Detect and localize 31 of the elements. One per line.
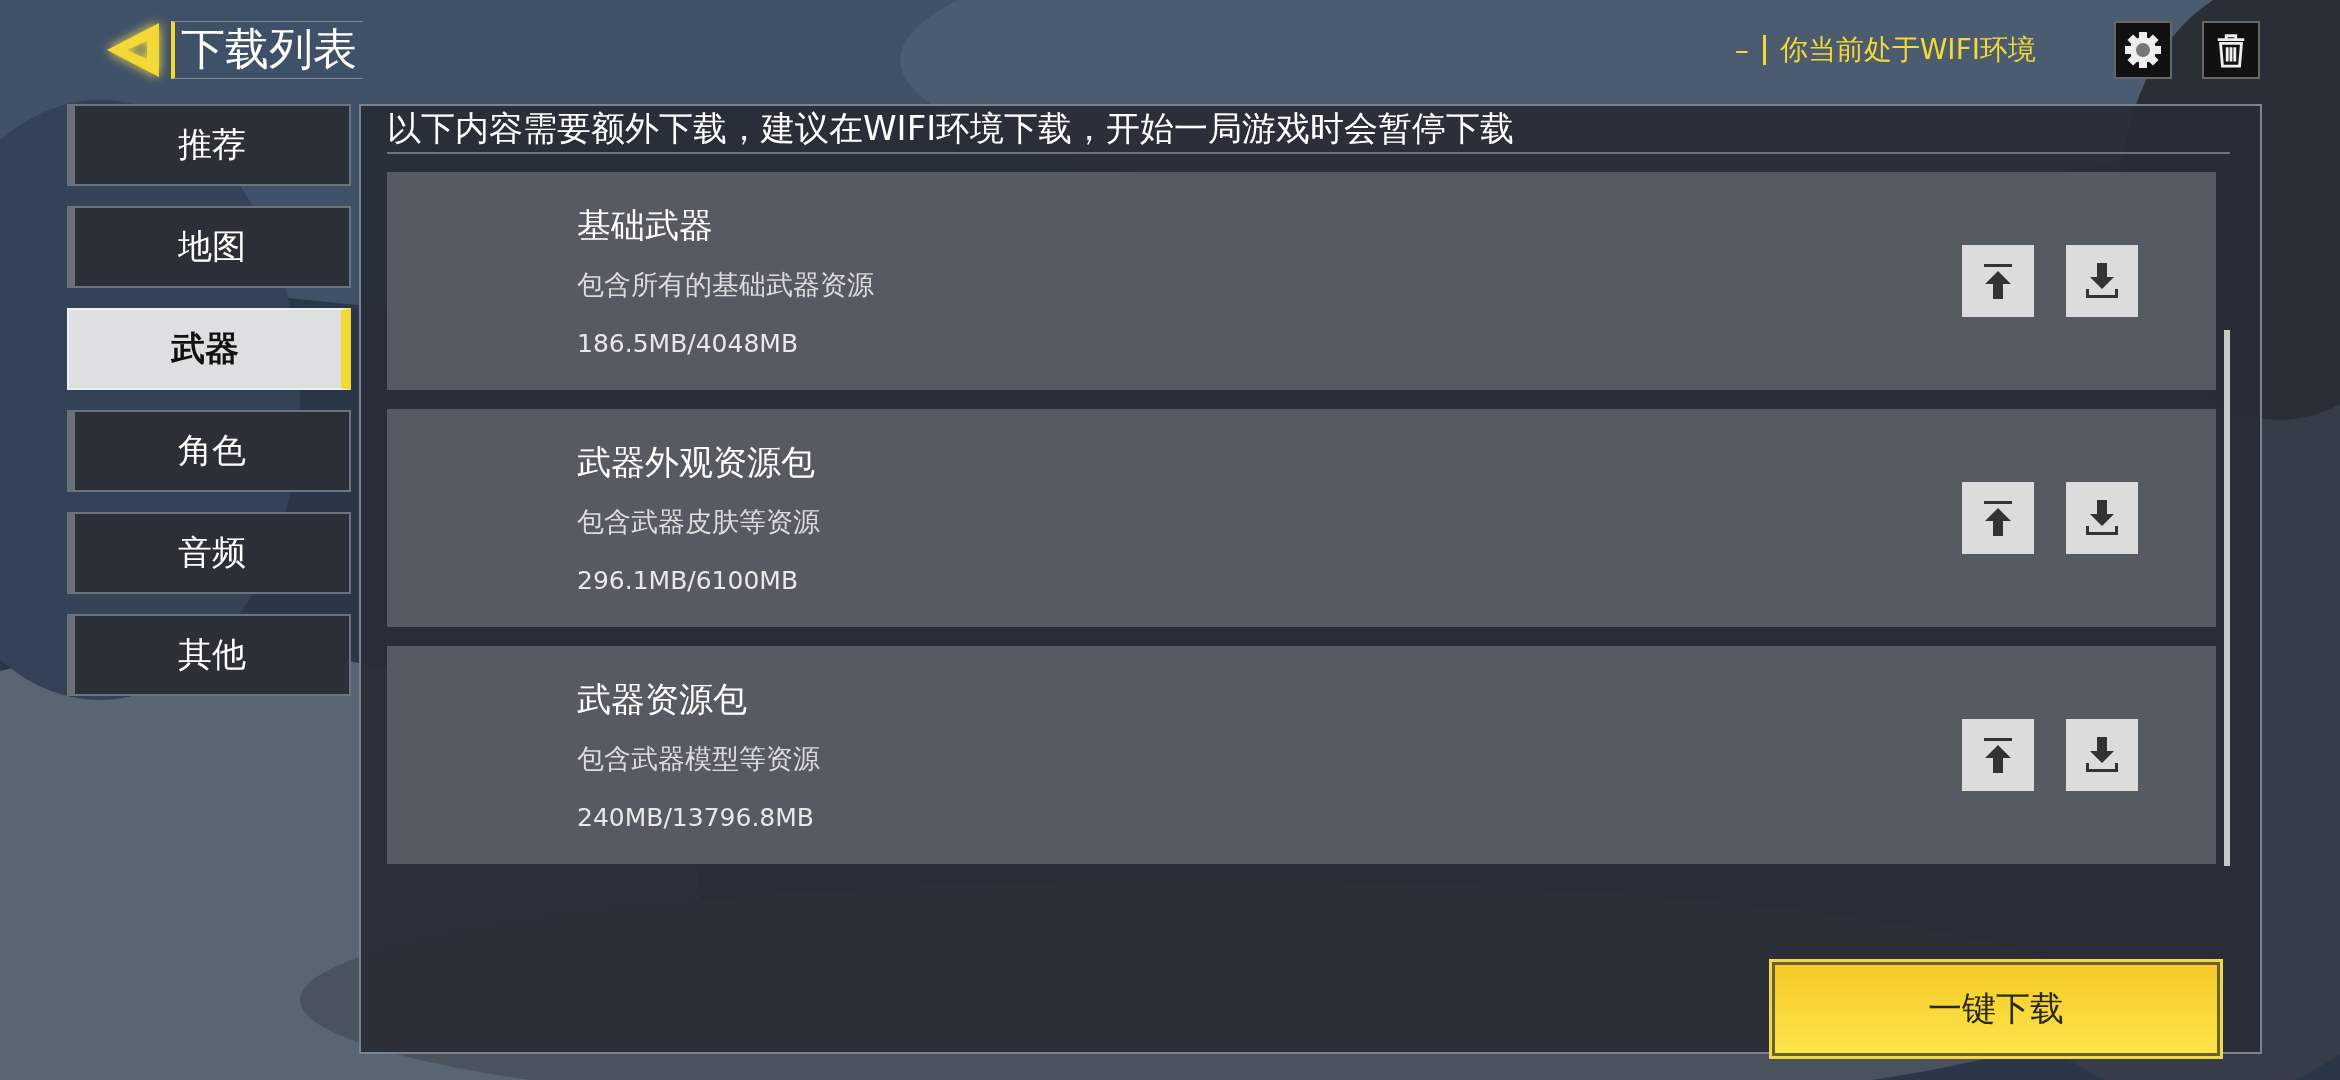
settings-button[interactable]: [2114, 21, 2172, 79]
package-size: 186.5MB/4048MB: [577, 328, 800, 358]
package-size: 240MB/13796.8MB: [577, 802, 815, 832]
page-title: 下载列表: [171, 21, 363, 79]
package-size: 296.1MB/6100MB: [577, 565, 800, 595]
status-mark: –: [1734, 33, 1749, 67]
wifi-status: 你当前处于WIFI环境: [1779, 32, 2036, 68]
package-title: 基础武器: [577, 204, 714, 245]
delete-button[interactable]: [2202, 21, 2260, 79]
category-tab[interactable]: 推荐: [67, 104, 351, 186]
download-button[interactable]: [2066, 719, 2138, 791]
category-tab[interactable]: 武器: [67, 308, 351, 390]
package-description: 包含武器皮肤等资源: [577, 504, 821, 539]
scrollbar[interactable]: [2224, 330, 2230, 866]
top-button[interactable]: [1962, 245, 2034, 317]
download-button[interactable]: [2066, 482, 2138, 554]
back-icon[interactable]: [105, 21, 161, 79]
package-description: 包含所有的基础武器资源: [577, 267, 875, 302]
package-description: 包含武器模型等资源: [577, 741, 821, 776]
download-all-button[interactable]: 一键下载: [1772, 962, 2220, 1056]
package-title: 武器资源包: [577, 678, 748, 719]
settings-icon: [2123, 30, 2163, 70]
package-title: 武器外观资源包: [577, 441, 816, 482]
category-tab[interactable]: 其他: [67, 614, 351, 696]
top-button[interactable]: [1962, 719, 2034, 791]
category-tab[interactable]: 音频: [67, 512, 351, 594]
category-tab[interactable]: 角色: [67, 410, 351, 492]
category-tab[interactable]: 地图: [67, 206, 351, 288]
notice-text: 以下内容需要额外下载，建议在WIFI环境下载，开始一局游戏时会暂停下载: [387, 106, 2230, 154]
download-button[interactable]: [2066, 245, 2138, 317]
top-button[interactable]: [1962, 482, 2034, 554]
